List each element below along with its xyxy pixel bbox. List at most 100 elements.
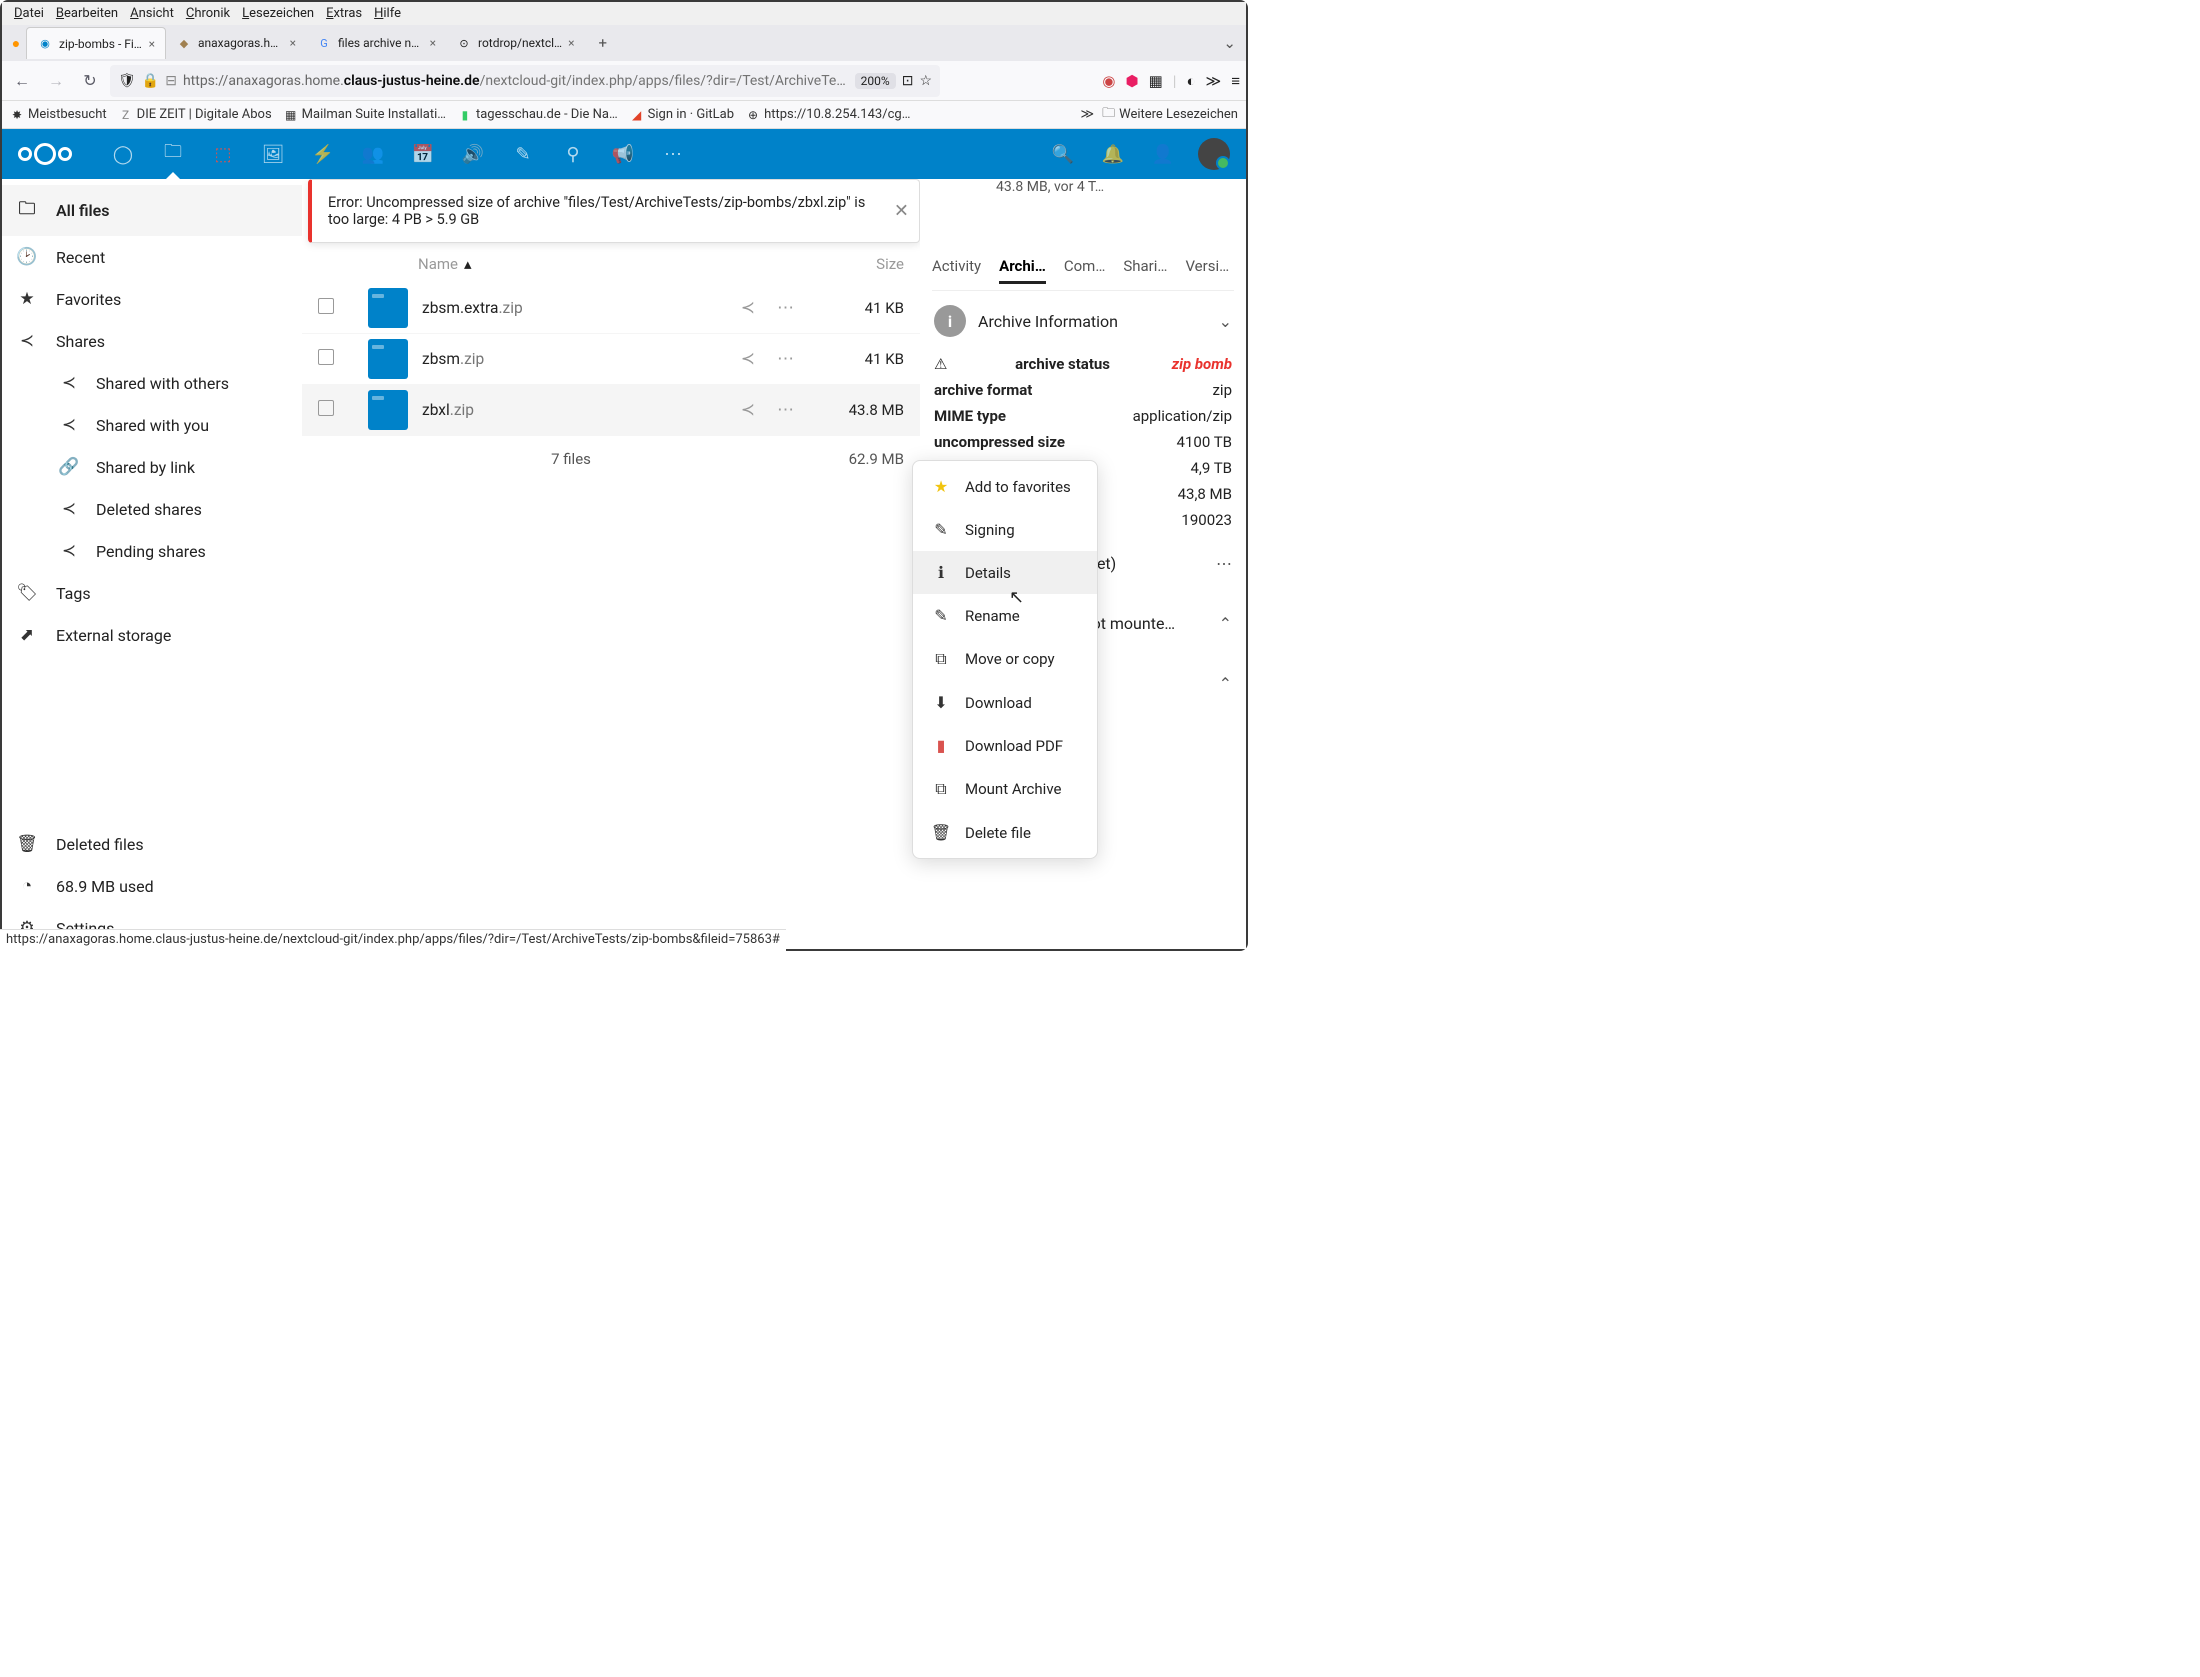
url-bar[interactable]: 🛡 🔒 ⊟ https://anaxagoras.home.claus-just…: [110, 65, 940, 97]
ctx-delete-file[interactable]: 🗑Delete file: [913, 811, 1097, 854]
tab-close-0[interactable]: ×: [149, 37, 155, 51]
forward-button[interactable]: →: [42, 67, 70, 95]
ctx-mount-archive[interactable]: ⧉Mount Archive: [913, 767, 1097, 811]
header-size[interactable]: Size: [794, 255, 904, 273]
sidebar-item-shared-with-you[interactable]: ≺Shared with you: [2, 404, 302, 446]
file-row[interactable]: zbsm.zip≺⋯41 KB: [302, 334, 920, 385]
app-dashboard-icon[interactable]: ◯: [98, 129, 148, 179]
sidebar-bottom-deleted-files[interactable]: 🗑Deleted files: [2, 823, 302, 865]
menu-lesezeichen[interactable]: Lesezeichen: [238, 4, 318, 23]
tab-close-2[interactable]: ×: [430, 36, 436, 50]
app-contacts-icon[interactable]: 👥: [348, 129, 398, 179]
ctx-details[interactable]: ℹDetails: [913, 551, 1097, 594]
reload-button[interactable]: ↻: [76, 67, 104, 95]
app-notes-icon[interactable]: ✎: [498, 129, 548, 179]
bookmark-1[interactable]: ZDIE ZEIT | Digitale Abos: [119, 107, 272, 122]
detail-tab-3[interactable]: Shari…: [1123, 251, 1167, 284]
tab-1[interactable]: ◆ anaxagoras.ho… ×: [166, 27, 306, 59]
menu-ansicht[interactable]: Ansicht: [126, 4, 178, 23]
sidebar-item-favorites[interactable]: ★Favorites: [2, 278, 302, 320]
menu-extras[interactable]: Extras: [322, 4, 366, 23]
bookmark-3[interactable]: ▮tagesschau.de - Die Na…: [458, 107, 618, 122]
menu-hilfe[interactable]: Hilfe: [370, 4, 405, 23]
tab-3[interactable]: ⊙ rotdrop/nextcl… ×: [446, 27, 584, 59]
sidebar-bottom-68.9-mb-used[interactable]: ◔68.9 MB used: [2, 865, 302, 907]
bookmark-4[interactable]: ◢Sign in · GitLab: [630, 107, 734, 122]
bookmark-5[interactable]: ⊕https://10.8.254.143/cg…: [746, 107, 910, 122]
back-button[interactable]: ←: [8, 67, 36, 95]
app-files-icon[interactable]: 🗀: [148, 129, 198, 179]
tabs-dropdown[interactable]: ⌄: [1217, 28, 1242, 58]
hamburger-icon[interactable]: ≡: [1231, 72, 1240, 90]
share-icon[interactable]: ≺: [741, 298, 755, 318]
detail-tab-2[interactable]: Com…: [1064, 251, 1106, 284]
ext-icon-2[interactable]: ⬢: [1126, 72, 1139, 90]
nextcloud-logo[interactable]: [18, 143, 72, 165]
tab-close-1[interactable]: ×: [290, 36, 296, 50]
section-archive-info[interactable]: i Archive Information ⌄: [932, 291, 1234, 351]
detail-tab-1[interactable]: Archi…: [999, 251, 1046, 284]
ctx-add-to-favorites[interactable]: ★Add to favorites: [913, 465, 1097, 508]
row-checkbox[interactable]: [318, 298, 334, 314]
ext-icon-1[interactable]: ◉: [1102, 72, 1115, 90]
app-calendar-icon[interactable]: 📅: [398, 129, 448, 179]
app-photos-icon[interactable]: 🖼: [248, 129, 298, 179]
more-icon[interactable]: ⋯: [777, 298, 794, 318]
share-icon[interactable]: ≺: [741, 349, 755, 369]
ctx-move-or-copy[interactable]: ⧉Move or copy: [913, 637, 1097, 681]
menu-bearbeiten[interactable]: Bearbeiten: [52, 4, 122, 23]
menu-chronik[interactable]: Chronik: [182, 4, 234, 23]
ctx-rename[interactable]: ✎Rename: [913, 594, 1097, 637]
contacts-menu-icon[interactable]: 👤: [1138, 129, 1188, 179]
sidebar-item-deleted-shares[interactable]: ≺Deleted shares: [2, 488, 302, 530]
ctx-download[interactable]: ⬇Download: [913, 681, 1097, 724]
search-icon[interactable]: 🔍: [1038, 129, 1088, 179]
overflow-menu-icon[interactable]: ≫: [1206, 72, 1222, 90]
file-name[interactable]: zbsm.zip: [422, 350, 684, 368]
file-row[interactable]: zbsm.extra.zip≺⋯41 KB: [302, 283, 920, 334]
app-archive-icon[interactable]: ⬚: [198, 129, 248, 179]
detail-tab-4[interactable]: Versi…: [1185, 251, 1229, 284]
tab-close-3[interactable]: ×: [568, 36, 574, 50]
sidebar-item-shared-with-others[interactable]: ≺Shared with others: [2, 362, 302, 404]
more-icon[interactable]: ⋯: [777, 349, 794, 369]
tab-0[interactable]: ◉ zip-bombs - Fil… ×: [26, 27, 166, 59]
app-maps-icon[interactable]: ⚲: [548, 129, 598, 179]
app-announce-icon[interactable]: 📢: [598, 129, 648, 179]
file-row[interactable]: zbxl.zip≺⋯43.8 MB: [302, 385, 920, 436]
notifications-icon[interactable]: 🔔: [1088, 129, 1138, 179]
sidebar-item-external-storage[interactable]: ⬈External storage: [2, 614, 302, 656]
reader-icon[interactable]: ⊡: [902, 73, 914, 89]
file-name[interactable]: zbsm.extra.zip: [422, 299, 684, 317]
sidebar-item-pending-shares[interactable]: ≺Pending shares: [2, 530, 302, 572]
sidebar-item-shared-by-link[interactable]: 🔗Shared by link: [2, 446, 302, 488]
ext-icon-4[interactable]: ◐: [1186, 72, 1195, 90]
new-tab-button[interactable]: +: [590, 30, 615, 56]
tab-2[interactable]: G files archive ne… ×: [306, 27, 446, 59]
user-avatar[interactable]: [1198, 138, 1230, 170]
zoom-badge[interactable]: 200%: [855, 73, 896, 89]
app-activity-icon[interactable]: ⚡: [298, 129, 348, 179]
app-audio-icon[interactable]: 🔊: [448, 129, 498, 179]
more-bookmarks[interactable]: ≫ 🗀Weitere Lesezeichen: [1080, 104, 1238, 126]
sidebar-item-recent[interactable]: 🕑Recent: [2, 236, 302, 278]
row-checkbox[interactable]: [318, 400, 334, 416]
ctx-signing[interactable]: ✎Signing: [913, 508, 1097, 551]
file-name[interactable]: zbxl.zip: [422, 401, 684, 419]
sidebar-item-all-files[interactable]: 🗀All files: [2, 185, 302, 236]
detail-tab-0[interactable]: Activity: [932, 251, 981, 284]
sidebar-item-tags[interactable]: 🏷Tags: [2, 572, 302, 614]
error-close-icon[interactable]: ✕: [894, 201, 909, 222]
share-icon[interactable]: ≺: [741, 400, 755, 420]
ext-icon-3[interactable]: ▦: [1149, 72, 1163, 90]
more-icon[interactable]: ⋯: [777, 400, 794, 420]
ctx-download-pdf[interactable]: ▮Download PDF: [913, 724, 1097, 767]
menu-datei[interactable]: Datei: [10, 4, 48, 23]
row-checkbox[interactable]: [318, 349, 334, 365]
sidebar-item-shares[interactable]: ≺Shares: [2, 320, 302, 362]
header-name[interactable]: Name ▴: [368, 255, 794, 273]
bookmark-2[interactable]: ▦Mailman Suite Installati…: [284, 107, 446, 122]
bookmark-star-icon[interactable]: ☆: [919, 73, 932, 89]
bookmark-0[interactable]: ✸Meistbesucht: [10, 107, 107, 122]
app-more-icon[interactable]: ⋯: [648, 129, 698, 179]
